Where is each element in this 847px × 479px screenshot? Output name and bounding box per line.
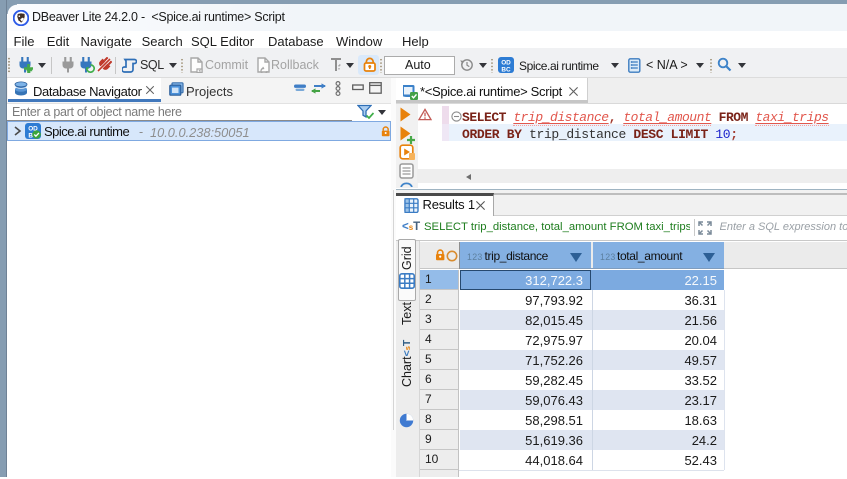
svg-text:BC: BC xyxy=(501,66,511,73)
